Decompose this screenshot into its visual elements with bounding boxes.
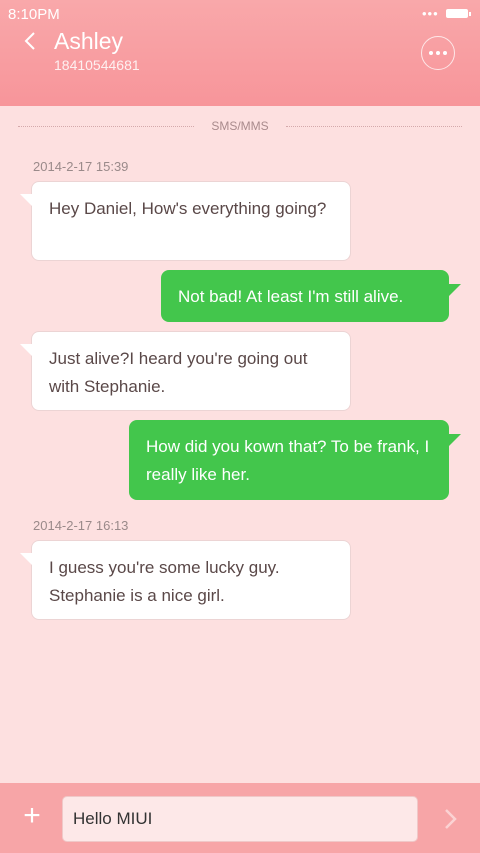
timestamp: 2014-2-17 15:39	[33, 159, 129, 174]
status-time: 8:10PM	[8, 6, 60, 23]
contact-name: Ashley	[54, 28, 124, 54]
sms-mms-label: SMS/MMS	[211, 119, 269, 133]
contact-number: 18410544681	[54, 57, 140, 73]
incoming-message[interactable]: Hey Daniel, How's everything going?	[20, 181, 351, 261]
separator-line-right	[286, 126, 462, 127]
chevron-right-icon	[445, 809, 457, 829]
more-dot-icon	[429, 51, 433, 55]
more-options-button[interactable]	[421, 36, 455, 70]
more-dot-icon	[436, 51, 440, 55]
chevron-left-icon	[24, 32, 35, 50]
outgoing-message[interactable]: How did you kown that? To be frank, I re…	[129, 420, 461, 500]
battery-icon	[446, 9, 471, 18]
incoming-message[interactable]: I guess you're some lucky guy. Stephanie…	[20, 540, 351, 620]
send-button[interactable]	[437, 806, 463, 832]
back-button[interactable]	[18, 28, 44, 54]
timestamp: 2014-2-17 16:13	[33, 518, 129, 533]
signal-dots-icon: •••	[422, 6, 439, 21]
outgoing-message[interactable]: Not bad! At least I'm still alive.	[161, 270, 461, 322]
separator-line-left	[18, 126, 194, 127]
incoming-message[interactable]: Just alive?I heard you're going out with…	[20, 331, 351, 411]
message-input[interactable]	[62, 796, 418, 842]
add-attachment-button[interactable]: +	[17, 801, 47, 831]
more-dot-icon	[443, 51, 447, 55]
